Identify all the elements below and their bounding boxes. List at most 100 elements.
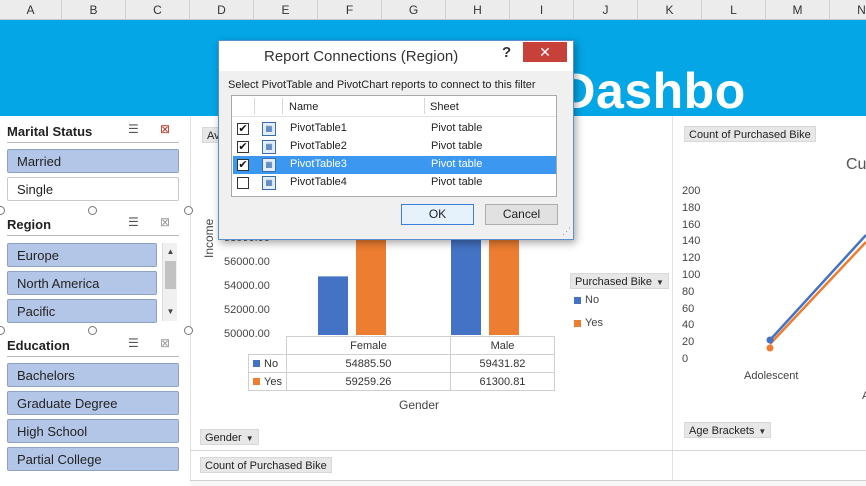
line-plot	[766, 234, 866, 352]
table-row: Female Male	[249, 336, 555, 355]
row-label-no: No	[248, 354, 287, 373]
data-table: Female Male No 54885.50 59431.82 Yes 592…	[248, 336, 555, 391]
column-header-c[interactable]: C	[126, 0, 190, 20]
slicer-item-graduate-degree[interactable]: Graduate Degree	[7, 391, 179, 415]
slicer-item-high-school[interactable]: High School	[7, 419, 179, 443]
multi-select-icon[interactable]: ☰	[128, 336, 139, 350]
x-tick-partial: A	[862, 390, 866, 402]
slicer-item-bachelors[interactable]: Bachelors	[7, 363, 179, 387]
resize-handle[interactable]	[88, 326, 97, 335]
legend-swatch	[574, 296, 581, 304]
column-header-k[interactable]: K	[638, 0, 702, 20]
dialog-titlebar[interactable]: Report Connections (Region) ? ✕	[219, 41, 573, 71]
connection-row[interactable]: ✔ ▦ PivotTable1 Pivot table	[233, 120, 556, 138]
multi-select-icon[interactable]: ☰	[128, 122, 139, 136]
scroll-down-icon[interactable]: ▼	[163, 305, 178, 319]
pivot-table-icon: ▦	[262, 158, 276, 172]
column-separator	[282, 98, 283, 114]
column-header-m[interactable]: M	[766, 0, 830, 20]
clear-filter-icon[interactable]: ⊠	[160, 336, 170, 350]
clear-filter-icon[interactable]: ⊠	[160, 122, 170, 136]
column-header-e[interactable]: E	[254, 0, 318, 20]
legend-label: Yes	[585, 317, 603, 329]
resize-handle[interactable]	[0, 206, 5, 215]
series-point-yes	[766, 344, 774, 352]
dropdown-arrow-icon: ▼	[656, 278, 664, 287]
table-cell: 59259.26	[286, 372, 451, 391]
slicer-title-region: Region	[7, 217, 52, 232]
legend-field-button[interactable]: Purchased Bike ▼	[570, 273, 669, 289]
bar-no-female[interactable]	[318, 276, 348, 335]
row-label-text: No	[264, 357, 279, 370]
ok-button[interactable]: OK	[401, 204, 474, 225]
column-header-j[interactable]: J	[574, 0, 638, 20]
bar-no-male[interactable]	[451, 234, 481, 335]
scroll-up-icon[interactable]: ▲	[163, 245, 178, 259]
column-header-g[interactable]: G	[382, 0, 446, 20]
slicer-divider	[7, 235, 179, 236]
pivot-table-icon: ▦	[262, 122, 276, 136]
connection-row[interactable]: ✔ ▦ PivotTable3 Pivot table	[233, 156, 556, 174]
close-button[interactable]: ✕	[523, 42, 567, 62]
column-header-h[interactable]: H	[446, 0, 510, 20]
connection-checkbox[interactable]: ✔	[237, 141, 249, 153]
slicer-item-north-america[interactable]: North America	[7, 271, 157, 295]
legend-item-no: No	[574, 294, 599, 306]
column-header-sheet[interactable]: Sheet	[430, 101, 459, 113]
slicer-item-married[interactable]: Married	[7, 149, 179, 173]
help-button[interactable]: ?	[502, 44, 511, 61]
connection-row[interactable]: ✔ ▦ PivotTable2 Pivot table	[233, 138, 556, 156]
column-header-f[interactable]: F	[318, 0, 382, 20]
legend-item-yes: Yes	[574, 317, 603, 329]
resize-handle[interactable]	[0, 326, 5, 335]
column-header-l[interactable]: L	[702, 0, 766, 20]
age-bracket-chart[interactable]: Count of Purchased Bike Cu 200 180 160 140 1…	[678, 118, 866, 446]
gridline	[190, 116, 191, 486]
bar-yes-female[interactable]	[356, 234, 386, 335]
connection-checkbox[interactable]: ✔	[237, 159, 249, 171]
resize-grip-icon[interactable]: ⋰	[562, 226, 571, 237]
column-header-name[interactable]: Name	[289, 101, 318, 113]
column-header-male: Male	[450, 336, 555, 355]
slicer-divider	[7, 356, 179, 357]
report-connections-dialog[interactable]: Report Connections (Region) ? ✕ Select P…	[218, 40, 574, 240]
field-button-label: Gender	[205, 432, 242, 444]
column-header-n[interactable]: N	[830, 0, 866, 20]
legend-swatch-no	[253, 360, 260, 368]
scroll-thumb[interactable]	[165, 261, 176, 289]
table-cell: 59431.82	[450, 354, 555, 373]
pivot-table-icon: ▦	[262, 140, 276, 154]
connection-row[interactable]: ▦ PivotTable4 Pivot table	[233, 174, 556, 192]
slicer-divider	[7, 142, 179, 143]
connection-name: PivotTable3	[290, 158, 347, 170]
sheet-edge	[190, 480, 866, 486]
slicer-item-pacific[interactable]: Pacific	[7, 299, 157, 323]
column-header-bar: A B C D E F G H I J K L M N	[0, 0, 866, 20]
connections-list[interactable]: Name Sheet ✔ ▦ PivotTable1 Pivot table ✔ ▦ Piv…	[231, 95, 557, 197]
connection-sheet: Pivot table	[431, 122, 483, 134]
cancel-button[interactable]: Cancel	[485, 204, 558, 225]
multi-select-icon[interactable]: ☰	[128, 215, 139, 229]
bar-yes-male[interactable]	[489, 234, 519, 335]
slicer-scrollbar[interactable]: ▲ ▼	[162, 243, 177, 321]
slicer-item-single[interactable]: Single	[7, 177, 179, 201]
field-button-label: Age Brackets	[689, 425, 755, 437]
legend-swatch	[574, 319, 581, 327]
gender-field-button[interactable]: Gender ▼	[200, 429, 259, 445]
slicer-item-europe[interactable]: Europe	[7, 243, 157, 267]
column-header-a[interactable]: A	[0, 0, 62, 20]
resize-handle[interactable]	[184, 206, 193, 215]
column-header-i[interactable]: I	[510, 0, 574, 20]
bottom-count-field-button[interactable]: Count of Purchased Bike	[200, 457, 332, 473]
column-header-d[interactable]: D	[190, 0, 254, 20]
resize-handle[interactable]	[88, 206, 97, 215]
column-header-b[interactable]: B	[62, 0, 126, 20]
clear-filter-icon[interactable]: ⊠	[160, 215, 170, 229]
age-brackets-field-button[interactable]: Age Brackets ▼	[684, 422, 772, 438]
slicer-item-partial-college[interactable]: Partial College	[7, 447, 179, 471]
resize-handle[interactable]	[184, 326, 193, 335]
connection-checkbox[interactable]	[237, 177, 249, 189]
series-line-yes	[769, 241, 866, 345]
legend-label: No	[585, 294, 600, 306]
connection-checkbox[interactable]: ✔	[237, 123, 249, 135]
